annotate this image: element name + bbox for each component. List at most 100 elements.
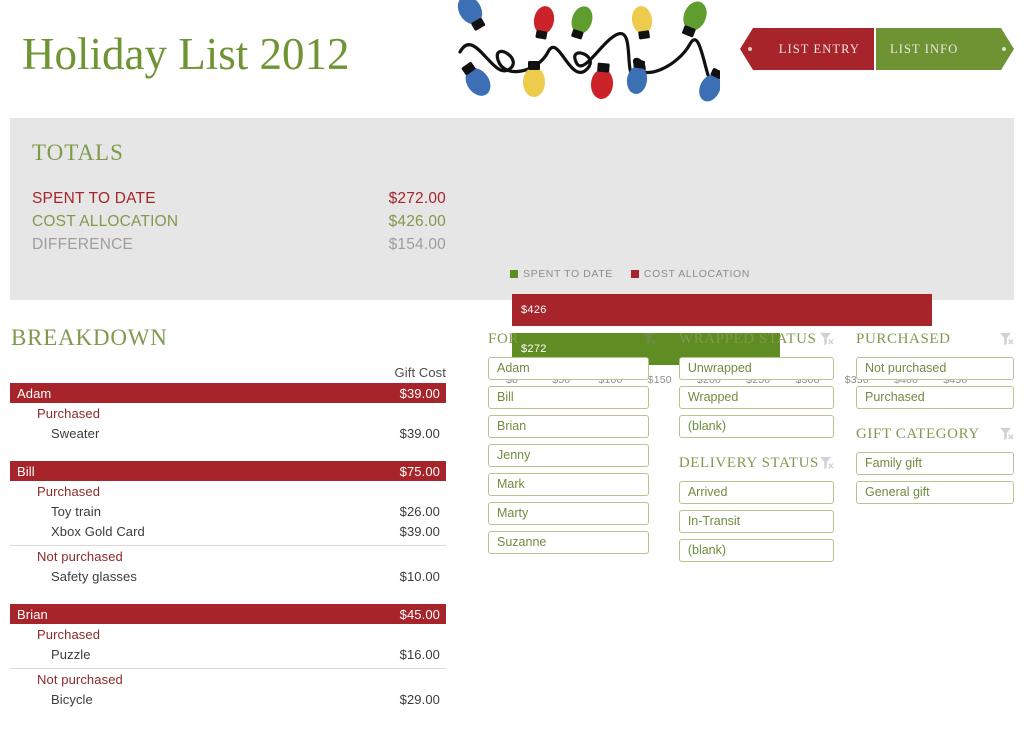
slicer-column-left: FOR Adam Bill Brian Jenny Mark Marty Suzanne [488,328,657,576]
clear-filter-icon[interactable] [642,332,657,346]
breakdown-item-cost: $26.00 [399,504,440,519]
legend-item-spent-to-date: SPENT TO DATE [510,268,613,280]
slicer-option-for[interactable]: Bill [488,386,649,409]
legend-label-spent-to-date: SPENT TO DATE [523,268,613,280]
nav-button-list-info[interactable]: LIST INFO [876,28,1014,70]
slicer-option-gift-category[interactable]: General gift [856,481,1014,504]
breakdown-item-cost: $29.00 [399,692,440,707]
totals-row-cost-allocation: COST ALLOCATION $426.00 [32,210,446,233]
slicer-gift-category-options: Family gift General gift [856,452,1014,504]
bar-label-cost-allocation: $426 [521,304,547,316]
slicer-option-for[interactable]: Suzanne [488,531,649,554]
slicer-gift-category: GIFT CATEGORY Family gift General gift [856,423,1014,504]
breakdown-item-name: Puzzle [51,647,91,662]
breakdown-item-cost: $16.00 [399,647,440,662]
slicer-option-purchased[interactable]: Purchased [856,386,1014,409]
slicer-column-middle: WRAPPED STATUS Unwrapped Wrapped (blank) D… [678,328,834,576]
totals-label-spent-to-date: SPENT TO DATE [32,190,156,207]
breakdown-item-row: Safety glasses $10.00 [10,567,446,587]
clear-filter-icon[interactable] [819,332,834,346]
breakdown-group-gap [10,587,446,604]
legend-swatch-cost-allocation [630,270,639,278]
breakdown-item-name: Bicycle [51,692,93,707]
slicer-option-for[interactable]: Mark [488,473,649,496]
bar-cost-allocation: $426 [512,294,932,326]
legend-swatch-spent-to-date [510,270,518,278]
slicer-option-for[interactable]: Adam [488,357,649,380]
nav-button-list-entry[interactable]: LIST ENTRY [740,28,874,70]
chart-legend: SPENT TO DATE COST ALLOCATION [510,268,1007,280]
slicers-row: FOR Adam Bill Brian Jenny Mark Marty Suzanne W… [488,328,1014,576]
breakdown-item-name: Sweater [51,426,100,441]
slicer-option-wrapped-status[interactable]: (blank) [678,415,834,438]
nav-button-list-entry-label: LIST ENTRY [778,41,860,56]
slicer-for-title: FOR [488,330,519,347]
breakdown-group-header: Brian $45.00 [10,604,446,624]
slicer-purchased: PURCHASED Not purchased Purchased [856,328,1014,409]
slicer-option-gift-category[interactable]: Family gift [856,452,1014,475]
breakdown-section-label: Not purchased [37,672,123,687]
slicer-delivery-status-header: DELIVERY STATUS [679,452,834,474]
breakdown-group: Adam $39.00 Purchased Sweater $39.00 [10,383,446,444]
slicer-option-delivery-status[interactable]: Arrived [678,481,834,504]
slicer-option-delivery-status[interactable]: In-Transit [678,510,834,533]
breakdown-table: Adam $39.00 Purchased Sweater $39.00 Bill $75.… [10,383,446,710]
totals-heading: TOTALS [32,140,124,165]
breakdown-item-row: Puzzle $16.00 [10,645,446,665]
header-nav: LIST ENTRY LIST INFO [740,28,1014,70]
clear-filter-icon[interactable] [819,456,834,470]
clear-filter-icon[interactable] [999,332,1014,346]
totals-row-difference: DIFFERENCE $154.00 [32,233,446,256]
slicer-for-header: FOR [488,328,657,350]
breakdown-section-label: Purchased [37,406,101,421]
slicer-option-purchased[interactable]: Not purchased [856,357,1014,380]
slicer-option-wrapped-status[interactable]: Wrapped [678,386,834,409]
breakdown-item-row: Bicycle $29.00 [10,690,446,710]
slicer-wrapped-status-options: Unwrapped Wrapped (blank) [678,357,834,438]
nav-dot-left-icon [748,47,752,51]
breakdown-group-total: $45.00 [399,606,440,622]
totals-row-spent-to-date: SPENT TO DATE $272.00 [32,187,446,210]
totals-value-difference: $154.00 [388,236,446,253]
breakdown-item-name: Toy train [51,504,102,519]
slicer-wrapped-status-header: WRAPPED STATUS [679,328,834,350]
breakdown-section-label: Purchased [37,484,101,499]
breakdown-group-total: $75.00 [399,463,440,479]
breakdown-column-header-gift-cost: Gift Cost [394,365,446,380]
page-header: Holiday List 2012 LIST ENTRY LIST INFO [0,0,1024,113]
breakdown-group-header: Adam $39.00 [10,383,446,403]
slicer-option-for[interactable]: Marty [488,502,649,525]
nav-button-list-info-label: LIST INFO [890,41,959,56]
breakdown-group: Bill $75.00 Purchased Toy train $26.00 Xbox G… [10,461,446,587]
clear-filter-icon[interactable] [999,427,1014,441]
breakdown-section: BREAKDOWN Gift Cost Adam $39.00 Purchased S… [10,325,446,710]
breakdown-group-gap [10,444,446,461]
slicer-delivery-status-title: DELIVERY STATUS [678,454,819,471]
slicer-delivery-status-options: Arrived In-Transit (blank) [678,481,834,562]
slicer-option-wrapped-status[interactable]: Unwrapped [678,357,834,380]
dashboard-page: Holiday List 2012 LIST ENTRY LIST INFO T… [0,0,1024,756]
slicer-column-right: PURCHASED Not purchased Purchased GIFT CA… [856,328,1014,576]
breakdown-group-total: $39.00 [399,385,440,401]
slicer-delivery-status: DELIVERY STATUS Arrived In-Transit (blank) [678,452,834,562]
breakdown-section-label: Not purchased [37,549,123,564]
slicers-panel: FOR Adam Bill Brian Jenny Mark Marty Suzanne W… [488,328,1014,576]
breakdown-item-cost: $39.00 [399,524,440,539]
slicer-option-for[interactable]: Jenny [488,444,649,467]
breakdown-heading: BREAKDOWN [11,325,168,350]
slicer-option-for[interactable]: Brian [488,415,649,438]
slicer-for-options: Adam Bill Brian Jenny Mark Marty Suzanne [488,357,657,554]
breakdown-item-name: Xbox Gold Card [51,524,145,539]
slicer-wrapped-status-title: WRAPPED STATUS [678,330,817,347]
page-title: Holiday List 2012 [22,29,350,79]
slicer-gift-category-header: GIFT CATEGORY [856,423,1014,445]
nav-dot-right-icon [1002,47,1006,51]
breakdown-group-name: Brian [17,606,48,622]
totals-panel: TOTALS SPENT TO DATE $272.00 COST ALLOCA… [10,118,1014,386]
breakdown-group-name: Adam [17,385,52,401]
breakdown-item-cost: $10.00 [399,569,440,584]
slicer-wrapped-status: WRAPPED STATUS Unwrapped Wrapped (blank) [678,328,834,438]
breakdown-item-row: Toy train $26.00 [10,502,446,522]
totals-value-cost-allocation: $426.00 [388,213,446,230]
slicer-option-delivery-status[interactable]: (blank) [678,539,834,562]
